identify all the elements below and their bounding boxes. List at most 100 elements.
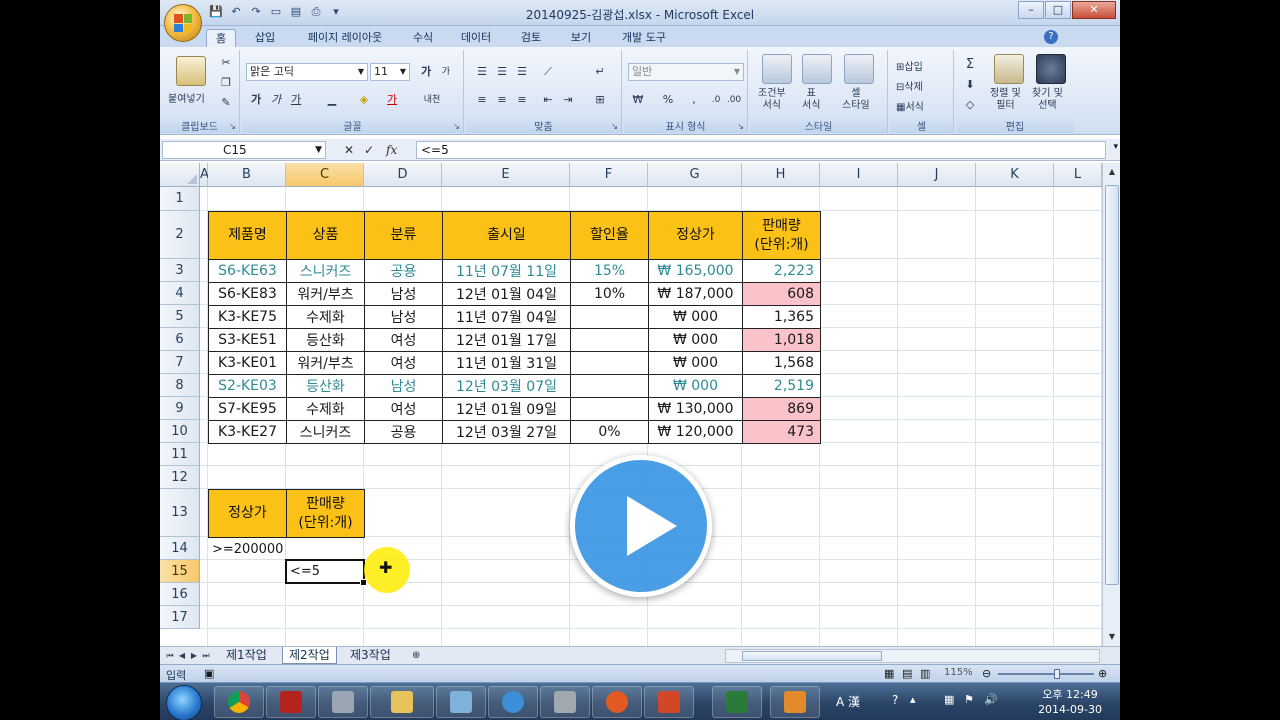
taskbar-app[interactable] <box>318 686 368 718</box>
start-button[interactable] <box>166 685 202 720</box>
border-icon[interactable]: ▁ <box>322 91 342 109</box>
fill-icon[interactable]: ⬇ <box>960 76 980 94</box>
normal-view-icon[interactable]: ▦ <box>884 667 894 680</box>
row-header-17[interactable]: 17 <box>160 606 200 629</box>
tab-insert[interactable]: 삽입 <box>248 29 282 48</box>
zoom-slider[interactable] <box>998 673 1094 675</box>
row-header-1[interactable]: 1 <box>160 187 200 211</box>
help-icon[interactable]: ? <box>892 693 898 707</box>
column-header-k[interactable]: K <box>976 163 1054 187</box>
macro-record-icon[interactable]: ▣ <box>204 667 214 680</box>
conditional-format-icon[interactable] <box>762 54 792 84</box>
zoom-slider-thumb[interactable] <box>1054 669 1060 679</box>
criteria-header-cell[interactable]: 판매량 (단위:개) <box>286 489 365 538</box>
fill-color-icon[interactable]: ◈ <box>354 91 374 109</box>
select-all-button[interactable] <box>160 163 200 187</box>
zoom-out-icon[interactable]: ⊖ <box>982 667 991 680</box>
tab-home[interactable]: 홈 <box>206 29 236 48</box>
table-row-cell[interactable]: S6-KE63 <box>208 259 287 283</box>
binoculars-icon[interactable] <box>1036 54 1066 84</box>
dialog-launcher-icon[interactable]: ↘ <box>737 122 744 131</box>
row-header-3[interactable]: 3 <box>160 259 200 282</box>
table-row-cell[interactable]: 1,365 <box>742 305 821 329</box>
close-button[interactable]: ✕ <box>1072 1 1116 19</box>
table-row-cell[interactable]: 15% <box>570 259 649 283</box>
taskbar-chrome[interactable] <box>214 686 264 718</box>
table-row-cell[interactable]: K3-KE27 <box>208 420 287 444</box>
table-row-cell[interactable]: 2,223 <box>742 259 821 283</box>
table-row-cell[interactable]: 스니커즈 <box>286 259 365 283</box>
column-header-d[interactable]: D <box>364 163 442 187</box>
first-sheet-icon[interactable]: ⏮ <box>164 649 176 663</box>
table-row-cell[interactable]: 공용 <box>364 259 443 283</box>
name-box[interactable]: C15 ▼ <box>162 141 326 159</box>
row-header-12[interactable]: 12 <box>160 466 200 489</box>
table-row-cell[interactable]: ₩ 130,000 <box>648 397 743 421</box>
column-header-b[interactable]: B <box>208 163 286 187</box>
taskbar-excel[interactable] <box>712 686 762 718</box>
find-select-button[interactable]: 찾기 및 선택 <box>1032 88 1063 112</box>
align-right-icon[interactable]: ≡ <box>512 91 532 109</box>
table-row-cell[interactable]: 473 <box>742 420 821 444</box>
last-sheet-icon[interactable]: ⏭ <box>200 649 212 663</box>
row-header-6[interactable]: 6 <box>160 328 200 351</box>
table-row-cell[interactable] <box>570 351 649 375</box>
align-top-icon[interactable]: ☰ <box>472 63 492 81</box>
vertical-scroll-thumb[interactable] <box>1105 185 1119 585</box>
comma-style-icon[interactable]: , <box>684 91 704 109</box>
table-row-cell[interactable]: K3-KE75 <box>208 305 287 329</box>
orientation-icon[interactable]: ⟋ <box>538 63 558 81</box>
paste-button[interactable]: 붙여넣기 <box>168 90 205 105</box>
column-header-c[interactable]: C <box>286 163 364 187</box>
row-header-7[interactable]: 7 <box>160 351 200 374</box>
volume-icon[interactable]: 🔊 <box>984 693 998 706</box>
minimize-button[interactable]: – <box>1018 1 1044 19</box>
table-row-cell[interactable]: S6-KE83 <box>208 282 287 306</box>
cut-icon[interactable]: ✂ <box>216 54 236 72</box>
tray-arrow-icon[interactable]: ▴ <box>910 693 916 706</box>
table-header-cell[interactable]: 할인율 <box>570 211 649 260</box>
office-button[interactable] <box>164 4 202 42</box>
table-row-cell[interactable] <box>570 328 649 352</box>
maximize-button[interactable]: □ <box>1045 1 1071 19</box>
bold-button[interactable]: 가 <box>246 91 266 109</box>
scroll-down-icon[interactable]: ▼ <box>1105 630 1119 644</box>
zoom-level[interactable]: 115% <box>944 667 973 678</box>
sheet-tab-3[interactable]: 제3작업 <box>344 647 397 664</box>
table-row-cell[interactable]: 워커/부츠 <box>286 282 365 306</box>
merge-center-icon[interactable]: ⊞ <box>590 91 610 109</box>
taskbar-explorer[interactable] <box>370 686 434 718</box>
table-row-cell[interactable]: 869 <box>742 397 821 421</box>
currency-button[interactable]: ₩ <box>628 91 648 109</box>
table-row-cell[interactable]: ₩ 000 <box>648 305 743 329</box>
taskbar-capture[interactable] <box>540 686 590 718</box>
table-row-cell[interactable]: 여성 <box>364 397 443 421</box>
table-row-cell[interactable]: 12년 03월 07일 <box>442 374 571 398</box>
taskbar-ie[interactable] <box>488 686 538 718</box>
active-cell-c15[interactable]: <=5 <box>285 559 367 586</box>
tab-formulas[interactable]: 수식 <box>406 29 440 48</box>
delete-cells-button[interactable]: ⊟삭제 <box>896 78 923 93</box>
table-row-cell[interactable]: 수제화 <box>286 305 365 329</box>
decrease-decimal-icon[interactable]: .00 <box>724 91 744 109</box>
phonetic-guide-button[interactable]: 내천 <box>418 91 446 109</box>
table-row-cell[interactable]: 남성 <box>364 305 443 329</box>
table-row-cell[interactable]: 워커/부츠 <box>286 351 365 375</box>
align-middle-icon[interactable]: ☰ <box>492 63 512 81</box>
align-left-icon[interactable]: ≡ <box>472 91 492 109</box>
insert-cells-button[interactable]: ⊞삽입 <box>896 58 923 73</box>
taskbar-filezilla[interactable] <box>266 686 316 718</box>
row-header-13[interactable]: 13 <box>160 489 200 537</box>
font-size-select[interactable]: 11 ▼ <box>370 63 410 81</box>
cancel-icon[interactable]: ✕ <box>344 141 354 159</box>
table-row-cell[interactable]: 1,568 <box>742 351 821 375</box>
table-row-cell[interactable] <box>570 397 649 421</box>
paste-icon[interactable] <box>176 56 206 86</box>
table-row-cell[interactable]: 0% <box>570 420 649 444</box>
table-row-cell[interactable] <box>570 305 649 329</box>
taskbar-powerpoint[interactable] <box>644 686 694 718</box>
table-row-cell[interactable]: ₩ 000 <box>648 351 743 375</box>
ime-indicator[interactable]: A 漢 <box>836 693 860 710</box>
column-header-g[interactable]: G <box>648 163 742 187</box>
sort-filter-button[interactable]: 정렬 및 필터 <box>990 88 1021 112</box>
